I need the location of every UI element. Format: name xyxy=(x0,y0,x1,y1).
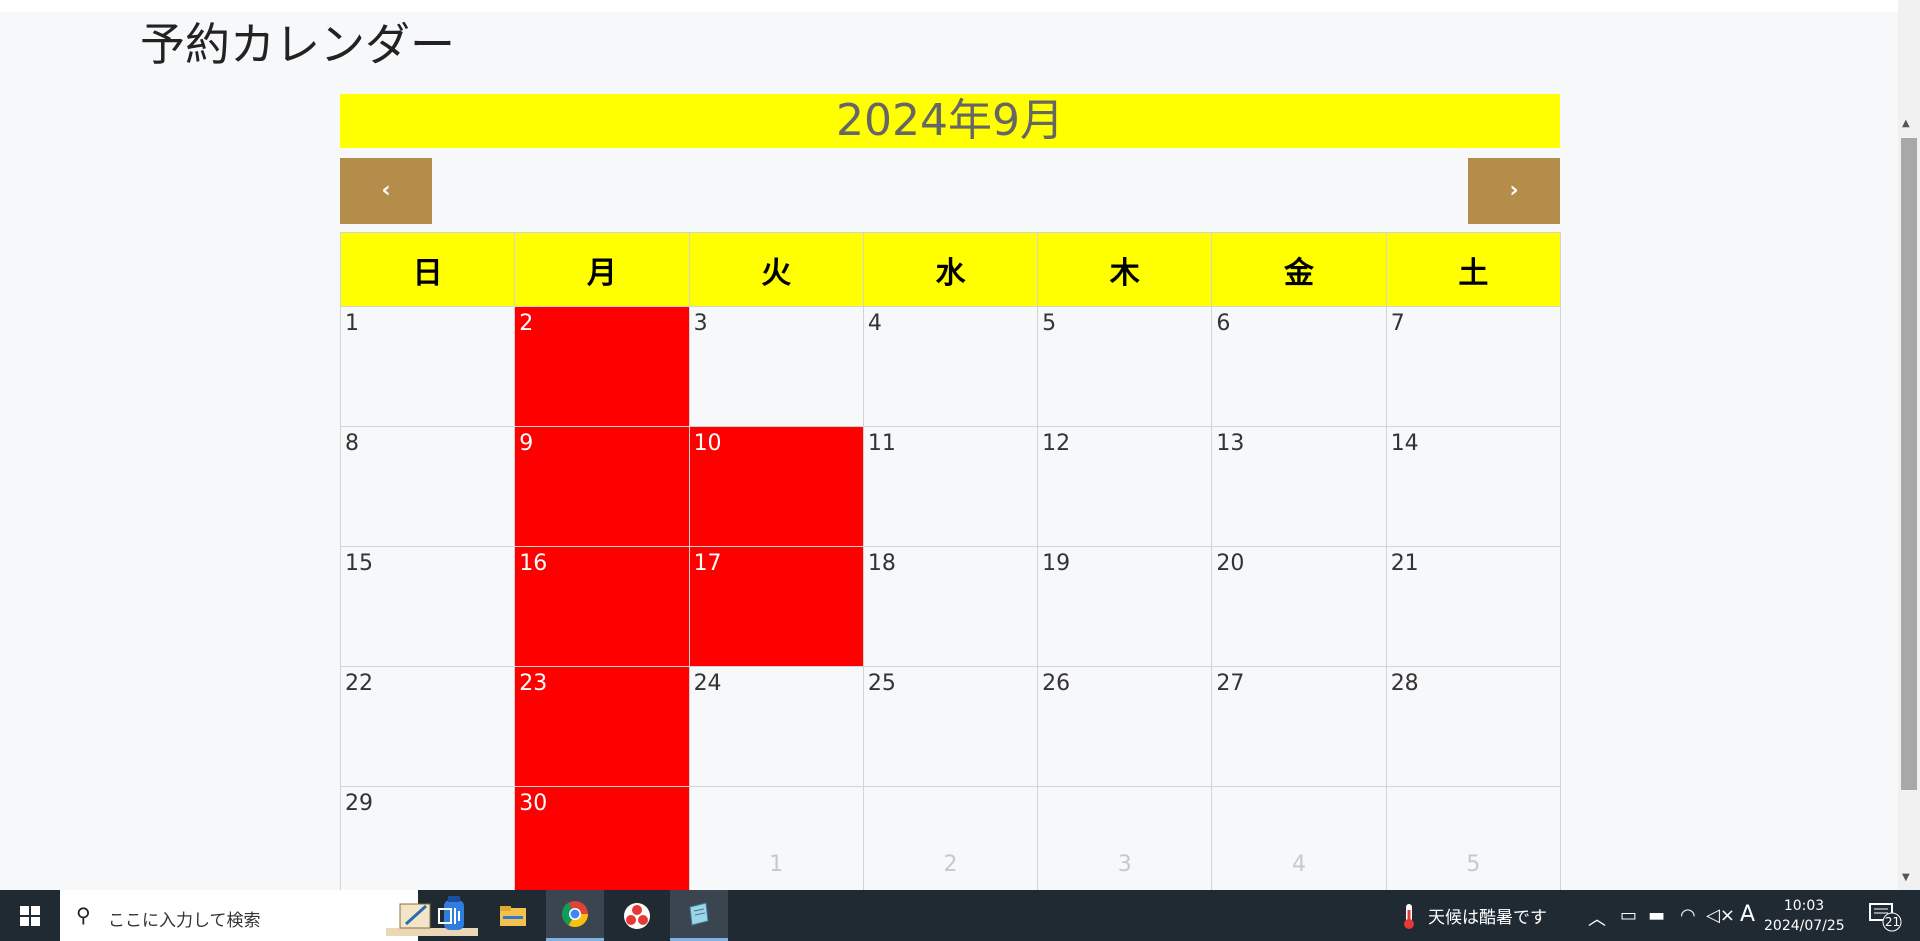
calendar-day-cell-booked[interactable]: 17 xyxy=(688,546,864,667)
calendar-day-cell[interactable]: 27 xyxy=(1211,666,1387,787)
month-header: 2024年9月 xyxy=(340,94,1560,148)
calendar-day-cell[interactable]: 21 xyxy=(1385,546,1562,667)
calendar-day-cell-other-month: 3 xyxy=(1037,786,1213,907)
calendar-week-row: 1234567 xyxy=(339,306,1562,427)
calendar-day-cell-other-month: 4 xyxy=(1211,786,1387,907)
calendar-day-cell[interactable]: 7 xyxy=(1385,306,1562,427)
prev-month-button[interactable]: ‹ xyxy=(340,158,432,224)
calendar-day-cell[interactable]: 25 xyxy=(862,666,1039,787)
notification-center-button[interactable]: 21 xyxy=(1868,900,1902,932)
weekday-header: 日 xyxy=(339,232,516,307)
chrome-icon[interactable] xyxy=(546,890,604,941)
taskbar-search-box[interactable]: ⚲ ここに入力して検索 xyxy=(60,890,478,941)
calendar-day-cell[interactable]: 28 xyxy=(1385,666,1562,787)
weekday-header-row: 日 月 火 水 木 金 土 xyxy=(339,232,1562,307)
calendar-day-cell-other-month: 2 xyxy=(862,786,1039,907)
calendar-day-cell[interactable]: 1 xyxy=(339,306,516,427)
taskbar: ⚲ ここに入力して検索 天候は酷暑です ︿ ▭ ▬ ◠ ◁× A 10:03 2… xyxy=(0,890,1920,941)
calendar-day-cell[interactable]: 29 xyxy=(339,786,516,907)
calendar-table: 日 月 火 水 木 金 土 1 2 3 4 5 6 7 8 9 10 11 12 13 14 15 16 17 1… xyxy=(339,232,1562,907)
weekday-header: 金 xyxy=(1211,232,1387,307)
chevron-up-icon[interactable]: ︿ xyxy=(1588,905,1606,931)
calendar-body: 1 2 3 4 5 6 7 8 9 10 11 12 13 14 15 16 17 18 19 20 21 22 23 24 2… xyxy=(339,306,1562,907)
calendar-day-cell-other-month: 5 xyxy=(1385,786,1562,907)
clock-date: 2024/07/25 xyxy=(1764,918,1845,934)
calendar-day-cell[interactable]: 20 xyxy=(1211,546,1387,667)
calendar-day-cell-booked[interactable]: 16 xyxy=(514,546,690,667)
meet-now-icon[interactable]: ▭ xyxy=(1620,905,1637,926)
clock[interactable]: 10:03 2024/07/25 xyxy=(1764,896,1845,936)
calendar-day-cell[interactable]: 13 xyxy=(1211,426,1387,547)
calendar-day-cell-other-month: 1 xyxy=(688,786,864,907)
weekday-header: 木 xyxy=(1037,232,1213,307)
calendar-week-row: 29 30 1 2 3 4 5 xyxy=(339,786,1562,907)
speaker-muted-icon[interactable]: ◁× xyxy=(1706,905,1735,926)
calendar-day-cell-booked[interactable]: 10 xyxy=(688,426,864,547)
calendar-day-cell[interactable]: 3 xyxy=(688,306,864,427)
ime-indicator[interactable]: A xyxy=(1740,902,1755,927)
search-placeholder: ここに入力して検索 xyxy=(108,911,261,931)
start-button[interactable] xyxy=(0,890,60,941)
search-icon: ⚲ xyxy=(76,903,91,927)
calendar-day-cell[interactable]: 5 xyxy=(1037,306,1213,427)
calendar-day-cell[interactable]: 22 xyxy=(339,666,516,787)
calendar-week-row: 15 16 17 18 19 20 21 xyxy=(339,546,1562,667)
scroll-down-arrow-icon[interactable]: ▼ xyxy=(1902,872,1910,883)
calendar-day-cell-booked[interactable]: 2 xyxy=(514,306,690,427)
calendar-day-cell-booked[interactable]: 30 xyxy=(514,786,690,907)
battery-icon[interactable]: ▬ xyxy=(1648,905,1665,926)
weekday-header: 火 xyxy=(688,232,864,307)
page-title: 予約カレンダー xyxy=(140,18,456,71)
calendar-day-cell[interactable]: 8 xyxy=(339,426,516,547)
calendar-day-cell[interactable]: 24 xyxy=(688,666,864,787)
app-icon[interactable] xyxy=(608,890,666,941)
calendar-day-cell[interactable]: 18 xyxy=(862,546,1039,667)
weekday-header: 月 xyxy=(514,232,690,307)
calendar-day-cell[interactable]: 12 xyxy=(1037,426,1213,547)
calendar-day-cell[interactable]: 6 xyxy=(1211,306,1387,427)
calendar-week-row: 8 9 10 11 12 13 14 xyxy=(339,426,1562,547)
weekday-header: 水 xyxy=(862,232,1039,307)
calendar-day-cell[interactable]: 15 xyxy=(339,546,516,667)
wifi-icon[interactable]: ◠ xyxy=(1680,905,1696,926)
notification-count-badge: 21 xyxy=(1884,915,1901,929)
thermometer-icon xyxy=(1404,903,1414,929)
calendar-day-cell-booked[interactable]: 9 xyxy=(514,426,690,547)
file-explorer-icon[interactable] xyxy=(484,890,542,941)
clock-time: 10:03 xyxy=(1783,898,1825,914)
calendar-day-cell[interactable]: 4 xyxy=(862,306,1039,427)
weather-widget[interactable]: 天候は酷暑です xyxy=(1400,890,1547,941)
next-month-button[interactable]: › xyxy=(1468,158,1560,224)
calendar-day-cell[interactable]: 11 xyxy=(862,426,1039,547)
windows-logo-icon xyxy=(20,905,40,926)
weekday-header: 土 xyxy=(1385,232,1562,307)
scroll-up-arrow-icon[interactable]: ▲ xyxy=(1902,118,1910,129)
calendar-day-cell[interactable]: 14 xyxy=(1385,426,1562,547)
calendar-week-row: 22 23 24 25 26 27 28 xyxy=(339,666,1562,787)
calendar-day-cell[interactable]: 19 xyxy=(1037,546,1213,667)
notepad-icon[interactable] xyxy=(670,890,728,941)
weather-text: 天候は酷暑です xyxy=(1428,908,1547,928)
scrollbar-thumb[interactable] xyxy=(1901,138,1917,790)
calendar-day-cell[interactable]: 26 xyxy=(1037,666,1213,787)
calendar-day-cell-booked[interactable]: 23 xyxy=(514,666,690,787)
task-view-icon[interactable] xyxy=(420,890,478,941)
